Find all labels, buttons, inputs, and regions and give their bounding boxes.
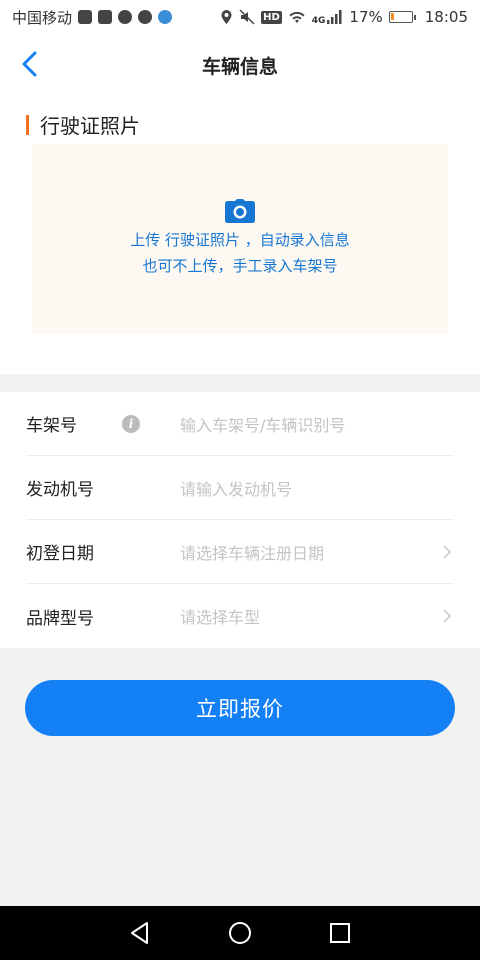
engine-number-label: 发动机号	[26, 480, 94, 500]
upload-license-button[interactable]: 上传 行驶证照片 ，自动录入信息 也可不上传，手工录入车架号	[32, 144, 448, 334]
vehicle-form: 车架号 i 输入车架号/车辆识别号 发动机号 请输入发动机号 初登日期 请选择车…	[0, 392, 480, 648]
chevron-right-icon	[443, 545, 452, 559]
battery-percent: 17%	[349, 8, 383, 26]
nav-recents-icon[interactable]	[327, 920, 353, 946]
vin-input[interactable]: 输入车架号/车辆识别号	[156, 412, 454, 436]
section-title-accent	[26, 114, 29, 135]
mute-icon	[239, 9, 255, 25]
brand-model-label: 品牌型号	[26, 608, 94, 629]
system-nav-bar	[0, 906, 480, 960]
registration-date-label: 初登日期	[26, 544, 94, 564]
info-icon[interactable]: i	[122, 415, 140, 433]
brand-model-picker[interactable]: 请选择车型	[156, 604, 454, 628]
engine-number-input[interactable]: 请输入发动机号	[156, 476, 454, 500]
status-bar: 中国移动 HD 4G 17% 18:05	[0, 0, 480, 34]
battery-level	[390, 13, 394, 20]
page-title: 车辆信息	[201, 55, 278, 78]
brand-model-row[interactable]: 品牌型号 请选择车型	[26, 584, 454, 648]
vin-row[interactable]: 车架号 i 输入车架号/车辆识别号	[26, 392, 454, 456]
wifi-icon	[289, 11, 305, 23]
battery-icon	[388, 11, 416, 23]
nav-back-icon[interactable]	[127, 920, 153, 946]
registration-date-row[interactable]: 初登日期 请选择车辆注册日期	[26, 520, 454, 584]
location-icon	[221, 10, 232, 24]
upload-hint-line2: 也可不上传，手工录入车架号	[142, 257, 338, 275]
nav-home-icon[interactable]	[227, 920, 253, 946]
section-title: 行驶证照片	[26, 110, 140, 139]
registration-date-picker[interactable]: 请选择车辆注册日期	[156, 540, 454, 564]
notification-icon	[78, 10, 93, 24]
get-quote-button[interactable]: 立即报价	[25, 680, 455, 736]
chevron-right-icon	[443, 609, 452, 623]
app-notification-icon	[98, 10, 113, 24]
back-arrow-icon[interactable]	[14, 48, 46, 80]
license-photo-section: 行驶证照片 上传 行驶证照片 ，自动录入信息 也可不上传，手工录入车架号	[0, 96, 480, 374]
engine-number-row[interactable]: 发动机号 请输入发动机号	[26, 456, 454, 520]
section-title-text: 行驶证照片	[40, 114, 140, 138]
wechat-icon	[118, 10, 133, 24]
app-header: 车辆信息	[0, 34, 480, 96]
upload-hint-line1: 上传 行驶证照片 ，自动录入信息	[130, 231, 350, 249]
app-badge-icon	[158, 10, 173, 24]
carrier-name: 中国移动	[12, 8, 73, 27]
hd-badge: HD	[261, 10, 282, 24]
camera-icon	[225, 199, 255, 223]
signal-icon	[327, 10, 342, 24]
network-type: 4G	[311, 16, 326, 26]
clock: 18:05	[424, 8, 468, 26]
message-icon	[138, 10, 153, 24]
